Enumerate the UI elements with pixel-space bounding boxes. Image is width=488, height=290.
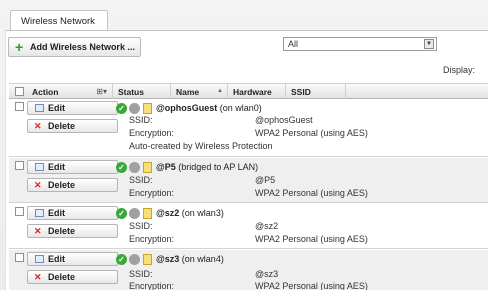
encryption-value: WPA2 Personal (using AES) — [255, 281, 368, 290]
edit-label: Edit — [48, 254, 65, 264]
add-wireless-network-button[interactable]: + Add Wireless Network ... — [8, 37, 141, 57]
encryption-label: Encryption: — [129, 188, 175, 198]
row-title: @sz3 (on wlan4) — [156, 254, 224, 264]
column-status[interactable]: Status — [113, 84, 171, 99]
column-ssid[interactable]: SSID — [286, 84, 346, 99]
note-icon — [143, 208, 152, 219]
plus-icon: + — [15, 39, 24, 55]
ssid-label: SSID: — [129, 269, 153, 279]
note-icon — [143, 103, 152, 114]
column-status-label: Status — [118, 87, 144, 97]
ssid-value: @sz3 — [255, 269, 279, 279]
column-hardware[interactable]: Hardware — [228, 84, 286, 99]
grey-circle-icon — [129, 254, 140, 265]
network-name: @ophosGuest — [156, 103, 218, 113]
edit-label: Edit — [48, 162, 65, 172]
x-icon: ✕ — [34, 180, 42, 190]
network-suffix: (bridged to AP LAN) — [175, 162, 259, 172]
encryption-value: WPA2 Personal (using AES) — [255, 188, 368, 198]
network-suffix: (on wlan3) — [179, 208, 224, 218]
grey-circle-icon — [129, 162, 140, 173]
delete-label: Delete — [48, 226, 76, 236]
ssid-label: SSID: — [129, 115, 153, 125]
network-name: @sz2 — [156, 208, 180, 218]
chevron-down-icon[interactable]: ▼ — [424, 39, 434, 49]
filter-select[interactable]: All ▼ — [283, 37, 437, 51]
delete-button[interactable]: ✕ Delete — [27, 224, 118, 238]
table-header: Action ⊞▾ Status Name ▲ Hardware SSID — [9, 83, 488, 99]
edit-button[interactable]: Edit — [27, 206, 118, 220]
network-name: @sz3 — [156, 254, 180, 264]
encryption-value: WPA2 Personal (using AES) — [255, 234, 368, 244]
column-name-label: Name — [176, 87, 200, 97]
ssid-value: @sz2 — [255, 221, 279, 231]
select-all-checkbox[interactable] — [15, 87, 24, 96]
x-icon: ✕ — [34, 272, 42, 282]
encryption-label: Encryption: — [129, 234, 175, 244]
note-icon — [143, 254, 152, 265]
table-row: Edit ✕ Delete ✓ @sz3 (on wlan4) SSID: @s… — [9, 250, 488, 290]
row-checkbox[interactable] — [15, 253, 24, 262]
check-circle-icon[interactable]: ✓ — [116, 208, 127, 219]
row-note: Auto-created by Wireless Protection — [129, 141, 273, 151]
column-menu-icon[interactable]: ⊞▾ — [96, 87, 107, 96]
table-row: Edit ✕ Delete ✓ @P5 (bridged to AP LAN) … — [9, 158, 488, 203]
tab-wireless-network[interactable]: Wireless Network — [10, 10, 108, 31]
grey-circle-icon — [129, 208, 140, 219]
ssid-value: @ophosGuest — [255, 115, 313, 125]
row-checkbox[interactable] — [15, 207, 24, 216]
grey-circle-icon — [129, 103, 140, 114]
column-name[interactable]: Name ▲ — [171, 84, 228, 99]
check-circle-icon[interactable]: ✓ — [116, 162, 127, 173]
edit-icon — [35, 163, 44, 171]
delete-label: Delete — [48, 121, 76, 131]
delete-label: Delete — [48, 272, 76, 282]
encryption-value: WPA2 Personal (using AES) — [255, 128, 368, 138]
note-icon — [143, 162, 152, 173]
delete-button[interactable]: ✕ Delete — [27, 270, 118, 284]
add-button-label: Add Wireless Network ... — [30, 42, 135, 52]
edit-icon — [35, 209, 44, 217]
row-title: @P5 (bridged to AP LAN) — [156, 162, 258, 172]
row-checkbox[interactable] — [15, 102, 24, 111]
filter-value: All — [288, 39, 299, 49]
ssid-label: SSID: — [129, 175, 153, 185]
column-action[interactable]: Action ⊞▾ — [27, 84, 113, 99]
network-suffix: (on wlan4) — [179, 254, 224, 264]
edit-button[interactable]: Edit — [27, 101, 118, 115]
delete-button[interactable]: ✕ Delete — [27, 178, 118, 192]
delete-button[interactable]: ✕ Delete — [27, 119, 118, 133]
table-row: Edit ✕ Delete ✓ @ophosGuest (on wlan0) S… — [9, 99, 488, 157]
delete-label: Delete — [48, 180, 76, 190]
edit-icon — [35, 255, 44, 263]
encryption-label: Encryption: — [129, 128, 175, 138]
row-checkbox[interactable] — [15, 161, 24, 170]
check-circle-icon[interactable]: ✓ — [116, 254, 127, 265]
network-suffix: (on wlan0) — [217, 103, 262, 113]
column-hardware-label: Hardware — [233, 87, 272, 97]
display-label: Display: — [443, 65, 476, 75]
edit-button[interactable]: Edit — [27, 160, 118, 174]
check-circle-icon[interactable]: ✓ — [116, 103, 127, 114]
x-icon: ✕ — [34, 226, 42, 236]
edit-label: Edit — [48, 103, 65, 113]
network-name: @P5 — [156, 162, 176, 172]
ssid-value: @P5 — [255, 175, 276, 185]
edit-label: Edit — [48, 208, 65, 218]
sort-asc-icon: ▲ — [217, 88, 223, 94]
column-action-label: Action — [32, 87, 59, 97]
edit-button[interactable]: Edit — [27, 252, 118, 266]
row-title: @ophosGuest (on wlan0) — [156, 103, 262, 113]
row-title: @sz2 (on wlan3) — [156, 208, 224, 218]
column-ssid-label: SSID — [291, 87, 311, 97]
table-row: Edit ✕ Delete ✓ @sz2 (on wlan3) SSID: @s… — [9, 204, 488, 249]
x-icon: ✕ — [34, 121, 42, 131]
tab-label: Wireless Network — [21, 16, 95, 27]
ssid-label: SSID: — [129, 221, 153, 231]
edit-icon — [35, 104, 44, 112]
encryption-label: Encryption: — [129, 281, 175, 290]
